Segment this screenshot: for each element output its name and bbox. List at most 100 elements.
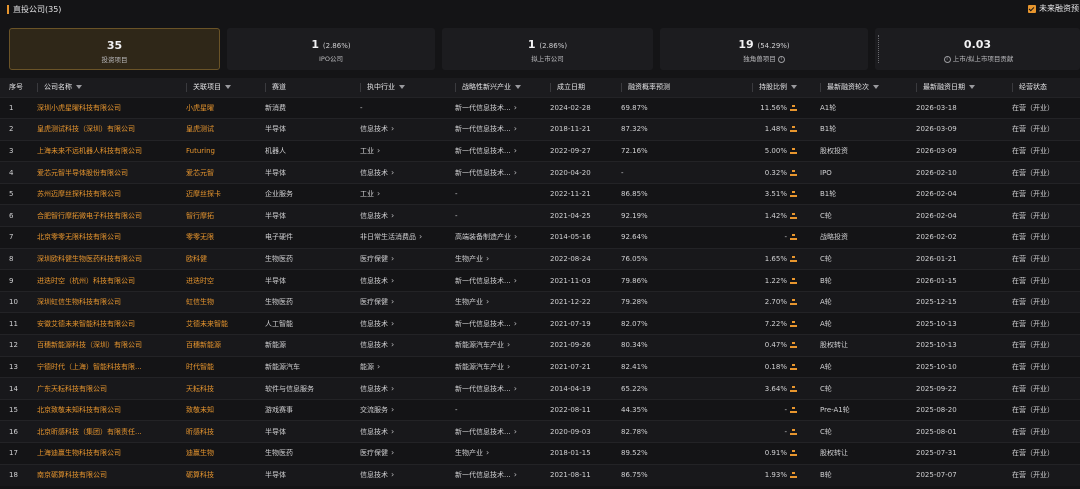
ratio-cell[interactable]: 2.70% bbox=[707, 290, 811, 313]
chevron-right-icon[interactable]: › bbox=[514, 168, 517, 177]
stat-card-ipo[interactable]: 1 (2.86%) IPO公司 bbox=[227, 28, 435, 70]
table-row[interactable]: 1 深圳小虎星曜科技有限公司 小虎星曜 新消费 - 新一代信息技术... › 2024-02-… bbox=[0, 96, 1080, 119]
strategic-cell[interactable]: 新一代信息技术... › bbox=[446, 161, 541, 184]
industry-cell[interactable]: 信息技术 › bbox=[351, 312, 446, 335]
industry-cell[interactable]: 信息技术 › bbox=[351, 118, 446, 141]
ratio-cell[interactable]: 0.47% bbox=[707, 334, 811, 357]
chevron-right-icon[interactable]: › bbox=[486, 254, 489, 263]
ratio-cell[interactable]: 1.42% bbox=[707, 204, 811, 227]
chevron-right-icon[interactable]: › bbox=[391, 254, 394, 263]
table-row[interactable]: 8 深圳欧科健生物医药科技有限公司 欧科健 生物医药 医疗保健 › 生物产业 › 2022-08… bbox=[0, 247, 1080, 270]
info-icon[interactable]: i bbox=[943, 55, 951, 63]
col-header-status[interactable]: 经营状态 bbox=[1003, 78, 1080, 97]
equity-tree-icon[interactable] bbox=[790, 169, 797, 176]
col-header-date[interactable]: 最新融资日期 bbox=[907, 78, 1003, 97]
industry-cell[interactable]: 工业 › bbox=[351, 182, 446, 205]
chevron-right-icon[interactable]: › bbox=[486, 297, 489, 306]
strategic-cell[interactable]: 新一代信息技术... › bbox=[446, 463, 541, 486]
col-header-ratio[interactable]: 持股比例 bbox=[707, 78, 811, 97]
project-link[interactable]: 迈摩丝探卡 bbox=[177, 182, 256, 205]
ratio-cell[interactable]: 1.22% bbox=[707, 269, 811, 292]
table-row[interactable]: 3 上海未来不远机器人科技有限公司 Futuring 机器人 工业 › 新一代信息技术...… bbox=[0, 139, 1080, 162]
chevron-right-icon[interactable]: › bbox=[391, 340, 394, 349]
col-header-founded[interactable]: 成立日期 bbox=[541, 78, 612, 97]
table-row[interactable]: 12 百穗新能源科技（深圳）有限公司 百穗新能源 新能源 信息技术 › 新能源汽车产业 › 20… bbox=[0, 334, 1080, 357]
company-name-link[interactable]: 深圳虹信生物科技有限公司 bbox=[28, 290, 177, 313]
industry-cell[interactable]: 非日常生活消费品 › bbox=[351, 226, 446, 249]
strategic-cell[interactable]: 高端装备制造产业 › bbox=[446, 226, 541, 249]
table-row[interactable]: 6 合肥智行摩拓微电子科技有限公司 智行摩拓 半导体 信息技术 › -2021-04-25 9… bbox=[0, 204, 1080, 227]
project-link[interactable]: 天耘科技 bbox=[177, 377, 256, 400]
project-link[interactable]: 零零无限 bbox=[177, 226, 256, 249]
chevron-right-icon[interactable]: › bbox=[514, 124, 517, 133]
company-name-link[interactable]: 皇虎测试科技（深圳）有限公司 bbox=[28, 118, 177, 141]
chevron-right-icon[interactable]: › bbox=[514, 384, 517, 393]
ratio-cell[interactable]: 3.51% bbox=[707, 182, 811, 205]
company-name-link[interactable]: 上海未来不远机器人科技有限公司 bbox=[28, 139, 177, 162]
strategic-cell[interactable]: 新能源汽车产业 › bbox=[446, 334, 541, 357]
chevron-right-icon[interactable]: › bbox=[391, 427, 394, 436]
col-header-project[interactable]: 关联项目 bbox=[177, 78, 256, 97]
chevron-right-icon[interactable]: › bbox=[391, 124, 394, 133]
equity-tree-icon[interactable] bbox=[790, 385, 797, 392]
chevron-right-icon[interactable]: › bbox=[514, 470, 517, 479]
equity-tree-icon[interactable] bbox=[790, 363, 797, 370]
ratio-cell[interactable]: 7.22% bbox=[707, 312, 811, 335]
table-row[interactable]: 9 进迭时空（杭州）科技有限公司 进迭时空 半导体 信息技术 › 新一代信息技术... › 20… bbox=[0, 269, 1080, 292]
industry-cell[interactable]: 能源 › bbox=[351, 355, 446, 378]
project-link[interactable]: 皇虎测试 bbox=[177, 118, 256, 141]
project-link[interactable]: 艾德未来智能 bbox=[177, 312, 256, 335]
strategic-cell[interactable]: 生物产业 › bbox=[446, 442, 541, 465]
company-name-link[interactable]: 北京致敬未知科技有限公司 bbox=[28, 398, 177, 421]
table-row[interactable]: 2 皇虎测试科技（深圳）有限公司 皇虎测试 半导体 信息技术 › 新一代信息技术... › 20… bbox=[0, 118, 1080, 141]
project-link[interactable]: 致敬未知 bbox=[177, 398, 256, 421]
industry-cell[interactable]: 医疗保健 › bbox=[351, 247, 446, 270]
equity-tree-icon[interactable] bbox=[790, 299, 797, 306]
company-name-link[interactable]: 苏州迈摩丝探科技有限公司 bbox=[28, 182, 177, 205]
project-link[interactable]: 昕感科技 bbox=[177, 420, 256, 443]
company-name-link[interactable]: 进迭时空（杭州）科技有限公司 bbox=[28, 269, 177, 292]
project-link[interactable]: 智行摩拓 bbox=[177, 204, 256, 227]
col-header-company[interactable]: 公司名称 bbox=[28, 78, 177, 97]
project-link[interactable]: 时代智能 bbox=[177, 355, 256, 378]
equity-tree-icon[interactable] bbox=[790, 320, 797, 327]
equity-tree-icon[interactable] bbox=[790, 407, 797, 414]
chevron-right-icon[interactable]: › bbox=[419, 232, 422, 241]
table-row[interactable]: 15 北京致敬未知科技有限公司 致敬未知 游戏赛事 交流服务 › -2022-08-11 44… bbox=[0, 398, 1080, 421]
equity-tree-icon[interactable] bbox=[790, 191, 797, 198]
table-row[interactable]: 7 北京零零无限科技有限公司 零零无限 电子硬件 非日常生活消费品 › 高端装备制造产业 › 2… bbox=[0, 226, 1080, 249]
chevron-right-icon[interactable]: › bbox=[391, 276, 394, 285]
company-name-link[interactable]: 合肥智行摩拓微电子科技有限公司 bbox=[28, 204, 177, 227]
stat-card-investments[interactable]: 35 投资项目 bbox=[9, 28, 220, 70]
strategic-cell[interactable]: 新一代信息技术... › bbox=[446, 420, 541, 443]
ratio-cell[interactable]: - bbox=[707, 226, 811, 249]
company-name-link[interactable]: 安徽艾德未来智能科技有限公司 bbox=[28, 312, 177, 335]
chevron-right-icon[interactable]: › bbox=[391, 297, 394, 306]
industry-cell[interactable]: 信息技术 › bbox=[351, 334, 446, 357]
equity-tree-icon[interactable] bbox=[790, 255, 797, 262]
chevron-right-icon[interactable]: › bbox=[391, 211, 394, 220]
stat-card-pre-ipo[interactable]: 1 (2.86%) 拟上市公司 bbox=[442, 28, 653, 70]
equity-tree-icon[interactable] bbox=[790, 212, 797, 219]
chevron-right-icon[interactable]: › bbox=[514, 319, 517, 328]
company-name-link[interactable]: 南京砺算科技有限公司 bbox=[28, 463, 177, 486]
industry-cell[interactable]: 工业 › bbox=[351, 139, 446, 162]
ratio-cell[interactable]: - bbox=[707, 398, 811, 421]
chevron-right-icon[interactable]: › bbox=[514, 232, 517, 241]
strategic-cell[interactable]: 新一代信息技术... › bbox=[446, 312, 541, 335]
chevron-right-icon[interactable]: › bbox=[514, 427, 517, 436]
table-row[interactable]: 13 宁德时代（上海）智能科技有限... 时代智能 新能源汽车 能源 › 新能源汽车产业 › 2… bbox=[0, 355, 1080, 378]
table-row[interactable]: 18 南京砺算科技有限公司 砺算科技 半导体 信息技术 › 新一代信息技术... › 2021-… bbox=[0, 463, 1080, 486]
equity-tree-icon[interactable] bbox=[790, 104, 797, 111]
project-link[interactable]: 爱芯元智 bbox=[177, 161, 256, 184]
company-name-link[interactable]: 北京昕感科技（集团）有限责任... bbox=[28, 420, 177, 443]
chevron-right-icon[interactable]: › bbox=[514, 146, 517, 155]
strategic-cell[interactable]: 新一代信息技术... › bbox=[446, 139, 541, 162]
company-name-link[interactable]: 北京零零无限科技有限公司 bbox=[28, 226, 177, 249]
stat-card-contribution[interactable]: 0.03 i 上市/拟上市项目贡献 bbox=[875, 28, 1080, 70]
company-name-link[interactable]: 百穗新能源科技（深圳）有限公司 bbox=[28, 334, 177, 357]
chevron-right-icon[interactable]: › bbox=[391, 448, 394, 457]
company-name-link[interactable]: 宁德时代（上海）智能科技有限... bbox=[28, 355, 177, 378]
company-name-link[interactable]: 深圳小虎星曜科技有限公司 bbox=[28, 96, 177, 119]
company-name-link[interactable]: 上海迪赢生物科技有限公司 bbox=[28, 442, 177, 465]
